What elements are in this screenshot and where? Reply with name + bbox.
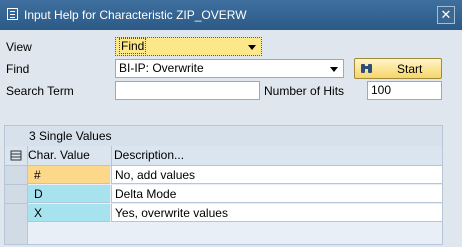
row-selector[interactable]: [5, 185, 28, 204]
column-header-description[interactable]: Description...: [111, 146, 184, 165]
search-term-label: Search Term: [6, 84, 74, 98]
dialog-body: View Find Find BI-IP: Overwrite Start Se…: [0, 30, 462, 247]
window-title: Input Help for Characteristic ZIP_OVERW: [24, 8, 247, 22]
results-grid: 3 Single Values Char. Value Description.…: [4, 125, 443, 245]
char-value-cell[interactable]: D: [28, 185, 110, 203]
chevron-down-icon[interactable]: [248, 45, 256, 50]
row-selector[interactable]: [5, 166, 28, 185]
table-row[interactable]: D Delta Mode: [5, 185, 442, 204]
column-header-row: Char. Value Description...: [5, 146, 442, 166]
binoculars-icon: [361, 64, 372, 73]
table-row[interactable]: # No, add values: [5, 166, 442, 185]
table-row[interactable]: X Yes, overwrite values: [5, 204, 442, 223]
start-button[interactable]: Start: [354, 58, 442, 79]
row-selector[interactable]: [5, 204, 28, 223]
description-cell[interactable]: Delta Mode: [111, 185, 442, 203]
empty-rows-area: [5, 222, 442, 244]
view-label: View: [6, 40, 32, 54]
results-title: 3 Single Values: [29, 129, 112, 143]
close-button[interactable]: ✕: [437, 6, 455, 24]
title-bar: Input Help for Characteristic ZIP_OVERW …: [0, 0, 462, 30]
results-header: 3 Single Values: [5, 126, 442, 147]
chevron-down-icon[interactable]: [330, 67, 338, 72]
view-value: Find: [119, 38, 147, 54]
start-label: Start: [397, 62, 423, 76]
row-selector-column: [5, 222, 28, 244]
window-icon: [7, 8, 18, 20]
find-dropdown[interactable]: BI-IP: Overwrite: [115, 59, 344, 78]
view-dropdown[interactable]: Find: [115, 37, 262, 56]
find-label: Find: [6, 62, 30, 76]
select-all-icon[interactable]: [5, 146, 28, 165]
description-cell[interactable]: Yes, overwrite values: [111, 204, 442, 222]
find-value: BI-IP: Overwrite: [119, 61, 204, 75]
search-term-input[interactable]: [115, 81, 260, 100]
column-header-char-value[interactable]: Char. Value: [28, 148, 110, 162]
char-value-cell[interactable]: X: [28, 204, 110, 222]
number-of-hits-input[interactable]: 100: [367, 81, 442, 100]
char-value-cell[interactable]: #: [28, 166, 110, 184]
description-cell[interactable]: No, add values: [111, 166, 442, 184]
number-of-hits-label: Number of Hits: [264, 84, 345, 98]
